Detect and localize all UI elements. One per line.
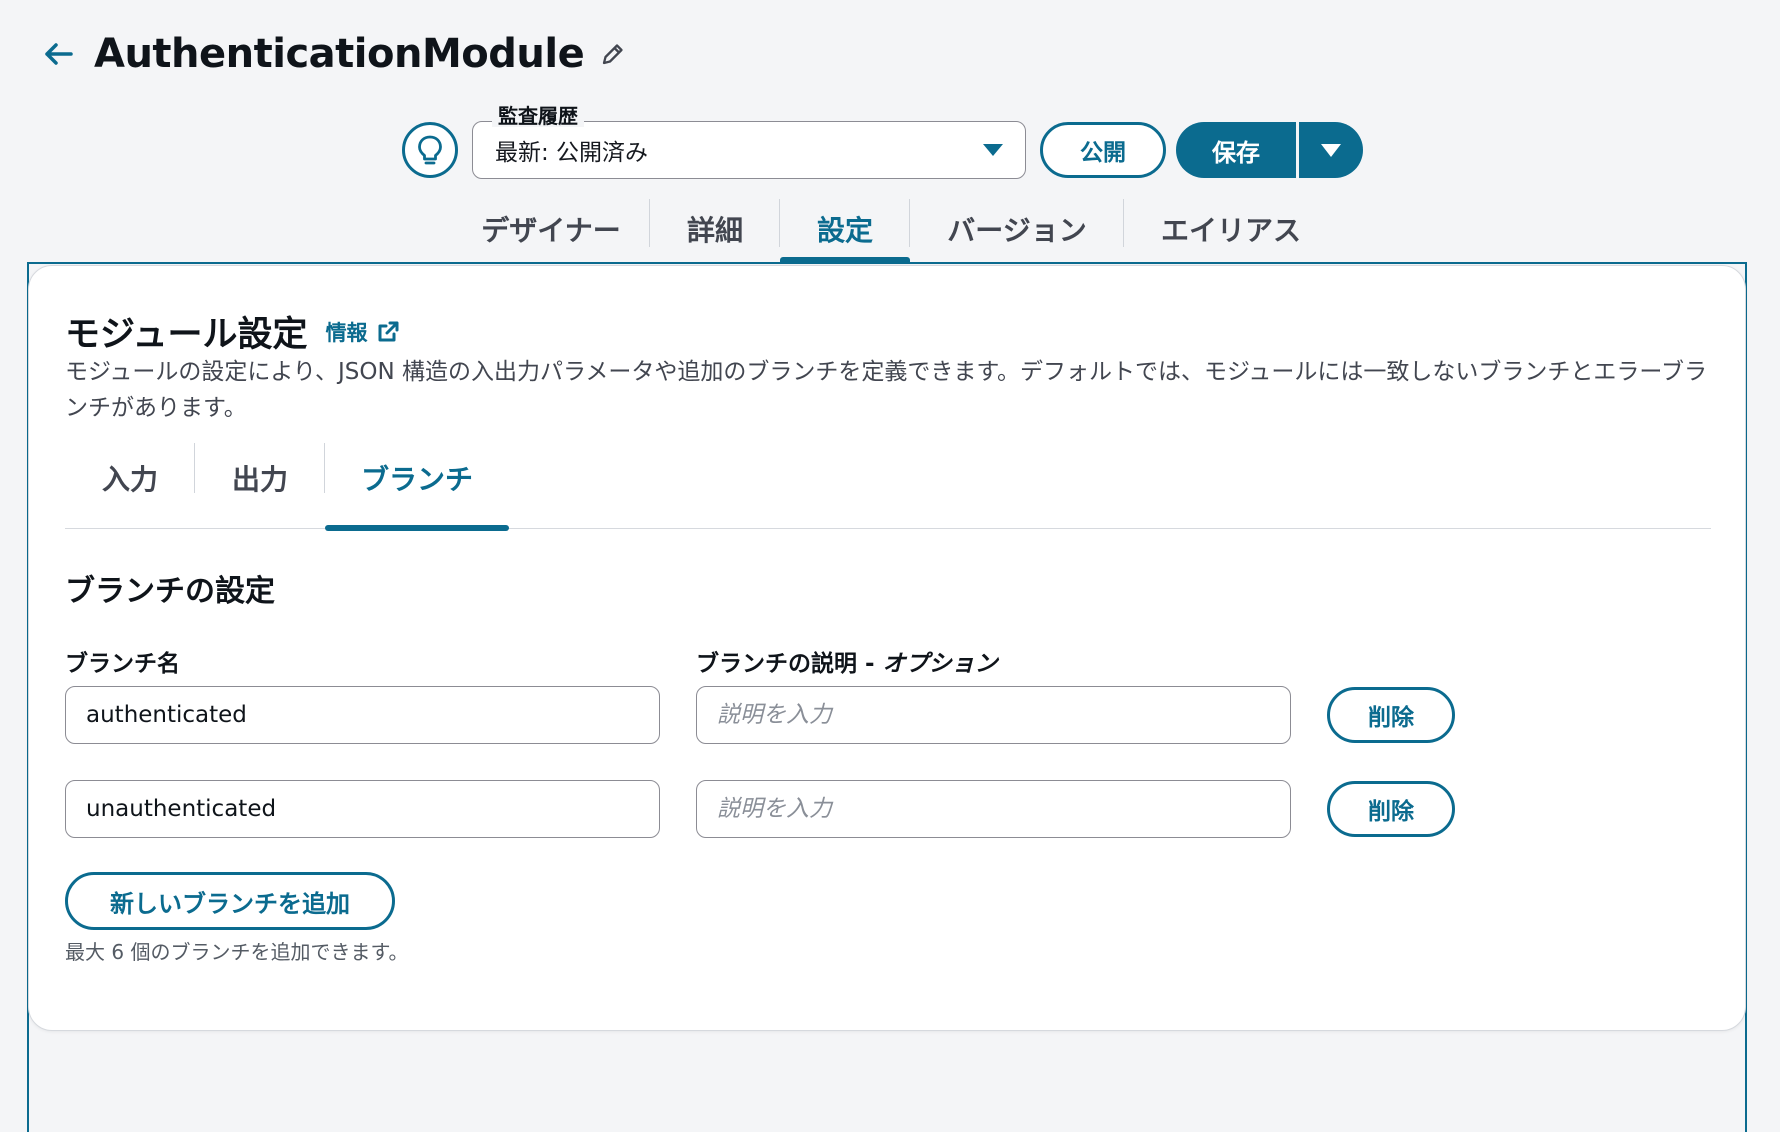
save-button-group: 保存 [1176, 122, 1363, 178]
branch-description-label: ブランチの説明 - オプション [696, 644, 998, 678]
delete-branch-button[interactable]: 削除 [1327, 781, 1455, 837]
max-branches-hint: 最大 6 個のブランチを追加できます。 [65, 940, 409, 964]
lightbulb-icon [418, 135, 442, 165]
tab-designer[interactable]: デザイナー [452, 195, 650, 263]
audit-history-select[interactable]: 最新: 公開済み 監査履歴 [472, 105, 1026, 179]
page-title: AuthenticationModule [94, 31, 585, 77]
back-button[interactable] [40, 36, 76, 72]
branch-description-input[interactable] [696, 780, 1291, 838]
branch-description-input[interactable] [696, 686, 1291, 744]
tab-branches[interactable]: ブランチ [325, 441, 509, 531]
edit-title-button[interactable] [598, 39, 628, 69]
tab-input[interactable]: 入力 [65, 441, 195, 529]
toolbar: 最新: 公開済み 監査履歴 公開 保存 [402, 105, 1363, 180]
audit-history-value: 最新: 公開済み [495, 140, 649, 166]
tab-label: 設定 [816, 214, 873, 247]
info-link[interactable]: 情報 [326, 317, 400, 347]
tab-label: 詳細 [686, 214, 743, 247]
tab-aliases[interactable]: エイリアス [1124, 195, 1338, 263]
pencil-icon [603, 44, 623, 65]
tab-output[interactable]: 出力 [195, 441, 325, 529]
tab-versions[interactable]: バージョン [910, 195, 1124, 263]
caret-down-icon [983, 144, 1003, 156]
tab-settings[interactable]: 設定 [780, 195, 910, 263]
optional-label: オプション [882, 651, 998, 677]
audit-history-label: 監査履歴 [492, 105, 584, 127]
insights-button[interactable] [402, 122, 458, 178]
delete-branch-button[interactable]: 削除 [1327, 687, 1455, 743]
card-header: モジュール設定 情報 [65, 306, 400, 357]
save-options-button[interactable] [1299, 122, 1363, 178]
tab-label: バージョン [947, 214, 1087, 247]
caret-down-icon [1321, 143, 1341, 157]
branch-description-label-text: ブランチの説明 - [696, 651, 883, 677]
branch-name-input[interactable] [65, 780, 660, 838]
settings-sub-tabs: 入力 出力 ブランチ [65, 441, 1711, 531]
card-title: モジュール設定 [65, 315, 308, 355]
page-header: AuthenticationModule [40, 26, 628, 82]
tab-label: 入力 [101, 463, 158, 496]
info-link-label: 情報 [325, 320, 368, 345]
tab-label: ブランチ [360, 463, 473, 496]
branch-name-label: ブランチ名 [65, 651, 180, 677]
branch-name-input[interactable] [65, 686, 660, 744]
tab-label: デザイナー [481, 214, 621, 247]
tab-label: 出力 [231, 463, 288, 496]
main-tabs: デザイナー 詳細 設定 バージョン エイリアス [452, 195, 1338, 263]
save-button[interactable]: 保存 [1176, 122, 1296, 178]
section-title: ブランチの設定 [65, 574, 275, 609]
module-settings-card: モジュール設定 情報 モジュールの設定により、JSON 構造の入出力パラメータや… [28, 265, 1746, 1031]
tab-details[interactable]: 詳細 [650, 195, 780, 263]
external-link-icon [378, 321, 399, 341]
card-description: モジュールの設定により、JSON 構造の入出力パラメータや追加のブランチを定義で… [65, 359, 1708, 421]
publish-button[interactable]: 公開 [1040, 122, 1166, 178]
tab-label: エイリアス [1160, 214, 1301, 247]
add-branch-button[interactable]: 新しいブランチを追加 [65, 872, 395, 930]
arrow-left-icon [45, 43, 73, 65]
